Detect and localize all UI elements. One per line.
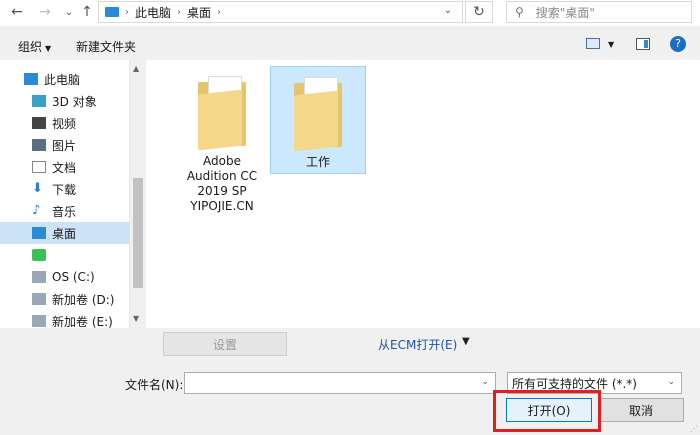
sidebar-item-app[interactable] xyxy=(0,244,130,266)
music-icon: ♪ xyxy=(32,203,41,218)
search-icon: ⚲ xyxy=(515,5,524,19)
drive-icon xyxy=(32,271,46,283)
navigation-pane: 此电脑 3D 对象 视频 图片 文档 ⬇ 下载 ♪ 音乐 桌面 OS (C:) … xyxy=(0,60,130,329)
filename-label: 文件名(N): xyxy=(125,378,184,392)
recent-locations-chevron-icon[interactable]: ⌄ xyxy=(60,2,78,22)
file-list: Adobe Audition CC 2019 SP YIPOJIE.CN 工作 xyxy=(146,60,700,328)
breadcrumb-separator-icon[interactable]: › xyxy=(177,7,181,18)
sidebar-item-pc[interactable]: 此电脑 xyxy=(0,68,130,90)
resize-grip-icon[interactable]: ⋰ xyxy=(690,424,698,433)
address-dropdown-icon[interactable]: ⌄ xyxy=(444,5,452,16)
download-icon: ⬇ xyxy=(32,181,43,196)
view-options-icon[interactable] xyxy=(586,38,600,49)
breadcrumb-item-desktop[interactable]: 桌面 xyxy=(187,4,211,21)
pc-icon xyxy=(105,7,119,17)
refresh-icon: ↻ xyxy=(473,4,485,20)
sidebar-item-label: 文档 xyxy=(52,160,77,175)
forward-arrow-icon[interactable]: → xyxy=(36,2,54,22)
filename-dropdown-icon[interactable]: ⌄ xyxy=(481,377,489,387)
file-name-line: YIPOJIE.CN xyxy=(190,199,254,213)
sidebar-item-label: 新加卷 (E:) xyxy=(52,314,113,329)
search-placeholder: 搜索"桌面" xyxy=(535,5,595,20)
sidebar-item-label: 图片 xyxy=(52,138,77,153)
navigation-scrollbar[interactable]: ▲ ▼ xyxy=(130,60,146,328)
sidebar-item-label: OS (C:) xyxy=(52,270,95,284)
scroll-down-icon[interactable]: ▼ xyxy=(133,314,139,323)
sidebar-item-drive-d[interactable]: 新加卷 (D:) xyxy=(0,288,130,310)
filetype-value: 所有可支持的文件 (*.*) xyxy=(512,376,637,391)
breadcrumb-item-pc[interactable]: 此电脑 xyxy=(135,4,171,21)
video-icon xyxy=(32,117,46,129)
sidebar-item-music[interactable]: ♪ 音乐 xyxy=(0,200,130,222)
sidebar-item-video[interactable]: 视频 xyxy=(0,112,130,134)
sidebar-item-drive-c[interactable]: OS (C:) xyxy=(0,266,130,288)
filename-field[interactable]: ⌄ xyxy=(184,372,496,394)
drive-icon xyxy=(32,293,46,305)
new-folder-button[interactable]: 新建文件夹 xyxy=(76,38,136,55)
file-name-line: Adobe xyxy=(203,154,241,168)
organize-button[interactable]: 组织 ▼ xyxy=(18,38,51,55)
sidebar-item-pictures[interactable]: 图片 xyxy=(0,134,130,156)
scrollbar-thumb[interactable] xyxy=(133,178,143,288)
filetype-dropdown-icon[interactable]: ⌄ xyxy=(667,377,675,387)
cancel-button[interactable]: 取消 xyxy=(598,398,684,422)
breadcrumb-separator-icon[interactable]: › xyxy=(125,7,129,18)
app-icon xyxy=(32,249,46,261)
toolbar: 组织 ▼ 新建文件夹 ▼ ? xyxy=(0,30,700,60)
sidebar-item-label: 视频 xyxy=(52,116,77,131)
caret-down-icon: ▼ xyxy=(45,44,52,53)
organize-label: 组织 xyxy=(18,40,43,54)
documents-icon xyxy=(32,161,46,173)
sidebar-item-downloads[interactable]: ⬇ 下载 xyxy=(0,178,130,200)
sidebar-item-label: 桌面 xyxy=(52,226,77,241)
3d-objects-icon xyxy=(32,95,46,107)
file-name-line: 2019 SP xyxy=(197,184,247,198)
highlight-box xyxy=(493,390,601,432)
refresh-button[interactable]: ↻ xyxy=(465,1,493,23)
up-arrow-icon[interactable]: ↑ xyxy=(78,2,96,22)
search-input[interactable]: ⚲ 搜索"桌面" xyxy=(506,1,692,23)
desktop-icon xyxy=(32,227,46,239)
sidebar-item-desktop[interactable]: 桌面 xyxy=(0,222,130,244)
address-box[interactable]: › 此电脑 › 桌面 › ⌄ xyxy=(98,1,463,23)
sidebar-item-label: 新加卷 (D:) xyxy=(52,292,115,307)
help-icon[interactable]: ? xyxy=(670,36,686,52)
scroll-up-icon[interactable]: ▲ xyxy=(133,64,139,73)
sidebar-item-label: 此电脑 xyxy=(44,72,81,87)
sidebar-item-documents[interactable]: 文档 xyxy=(0,156,130,178)
file-name-line: Audition CC xyxy=(186,169,258,183)
folder-icon xyxy=(288,75,348,152)
folder-icon xyxy=(192,74,252,151)
drive-icon xyxy=(32,315,46,327)
address-row: ← → ⌄ ↑ › 此电脑 › 桌面 › ⌄ ↻ ⚲ 搜索"桌面" xyxy=(0,0,700,26)
view-caret-icon[interactable]: ▼ xyxy=(608,40,614,49)
sidebar-item-label: 3D 对象 xyxy=(52,94,97,109)
file-name: Adobe Audition CC 2019 SP YIPOJIE.CN xyxy=(174,154,270,214)
ecm-open-link[interactable]: 从ECM打开(E) xyxy=(378,336,457,353)
ecm-dropdown-icon[interactable]: ▼ xyxy=(462,336,470,347)
file-item[interactable]: Adobe Audition CC 2019 SP YIPOJIE.CN xyxy=(174,66,270,226)
sidebar-item-label: 音乐 xyxy=(52,204,77,219)
breadcrumb-separator-icon[interactable]: › xyxy=(217,7,221,18)
file-name-line: 工作 xyxy=(305,155,330,169)
sidebar-item-label: 下载 xyxy=(52,182,77,197)
pc-icon xyxy=(24,73,38,85)
back-arrow-icon[interactable]: ← xyxy=(8,2,26,22)
sidebar-item-3d-objects[interactable]: 3D 对象 xyxy=(0,90,130,112)
file-item-selected[interactable]: 工作 xyxy=(270,66,366,174)
file-name: 工作 xyxy=(271,155,365,170)
preview-pane-icon[interactable] xyxy=(636,38,650,50)
pictures-icon xyxy=(32,139,46,151)
settings-button[interactable]: 设置 xyxy=(163,332,287,356)
